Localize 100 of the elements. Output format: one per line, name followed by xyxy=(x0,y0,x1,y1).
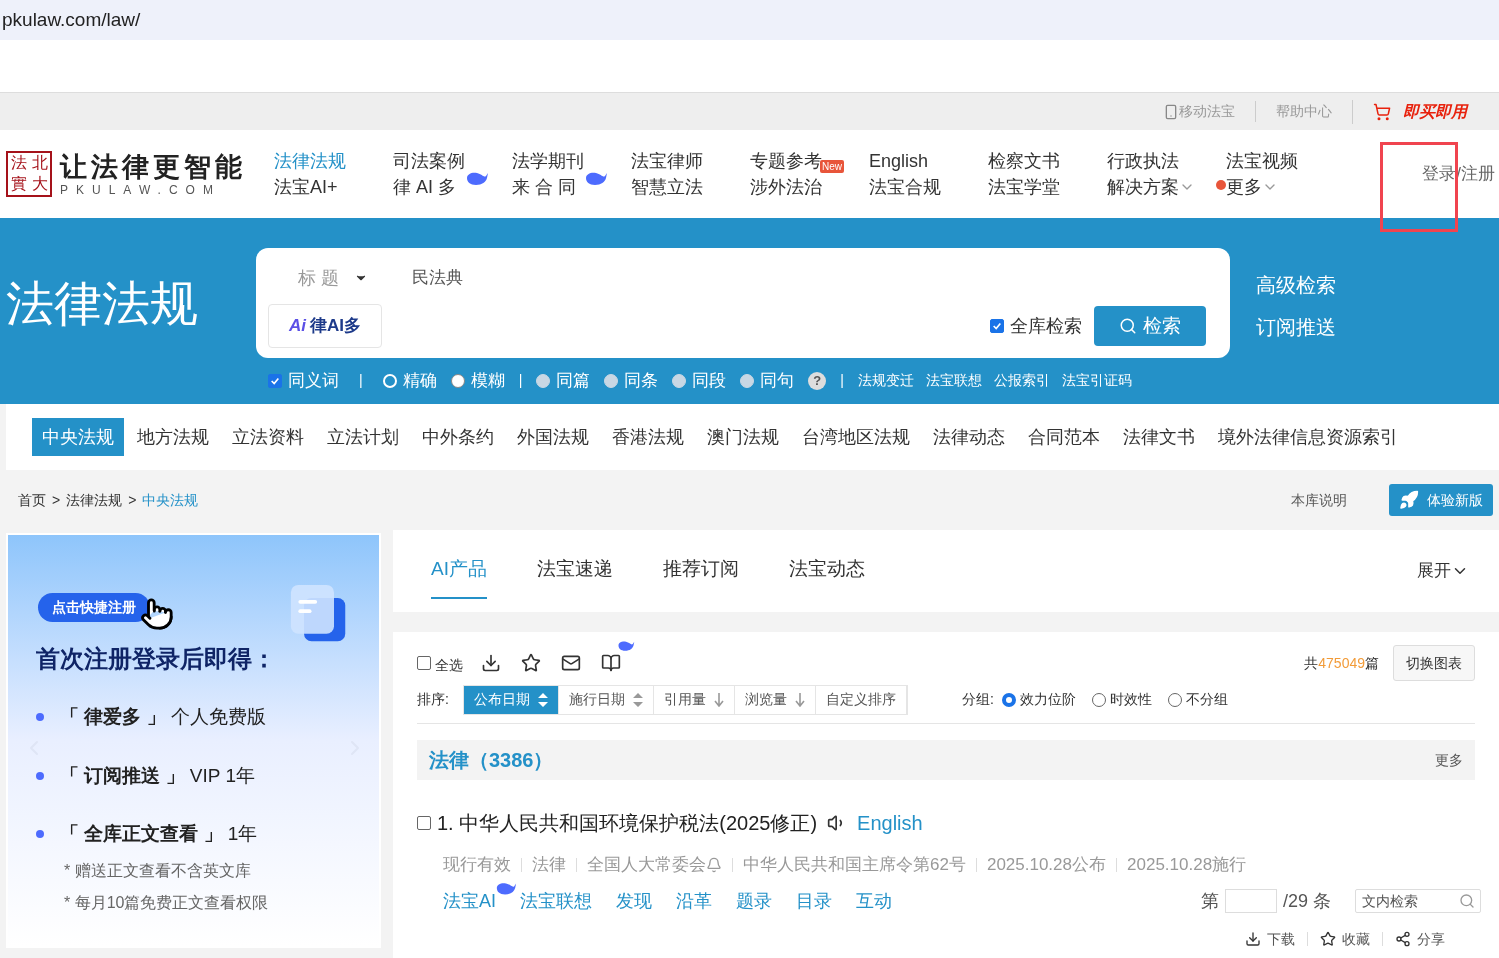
banner-link[interactable]: 高级检索 xyxy=(1256,270,1336,300)
english-link[interactable]: English xyxy=(857,808,923,838)
sort-option[interactable]: 施行日期 xyxy=(558,685,654,714)
nav-item[interactable]: 检察文书 法宝学堂 xyxy=(988,148,1107,200)
action-link[interactable]: 法宝联想 xyxy=(520,887,592,915)
sort-option[interactable]: 浏览量 xyxy=(734,685,816,714)
radio-label: 效力位阶 xyxy=(1019,690,1076,709)
panel-tab[interactable]: AI产品 xyxy=(431,543,487,599)
address-url[interactable]: pkulaw.com/law/ xyxy=(2,5,141,35)
category-tab[interactable]: 法律文书 xyxy=(1113,418,1205,456)
action-link[interactable]: 沿革 xyxy=(676,887,712,915)
sort-option[interactable]: 公布日期 xyxy=(463,685,559,714)
footer-action[interactable]: 下载 xyxy=(1267,928,1295,950)
rocket-icon xyxy=(1399,490,1419,510)
footer-action[interactable]: 收藏 xyxy=(1342,928,1370,950)
category-tab[interactable]: 澳门法规 xyxy=(697,418,789,456)
sort-option[interactable]: 自定义排序 xyxy=(815,685,907,714)
search-field[interactable]: 民法典 xyxy=(412,265,1218,291)
action-link[interactable]: 法宝AI xyxy=(443,887,496,915)
nav-item[interactable]: 法学期刊 来 合 同 xyxy=(512,148,631,200)
radio-label: 时效性 xyxy=(1109,690,1152,709)
new-version-button[interactable]: 体验新版 xyxy=(1389,484,1493,516)
search-button[interactable]: 检索 xyxy=(1094,306,1206,346)
meta-text: 现行有效 xyxy=(443,854,511,876)
breadcrumb-link[interactable]: 首页 xyxy=(18,489,46,511)
option-link[interactable]: 法宝引证码 xyxy=(1061,370,1132,392)
download-icon[interactable] xyxy=(481,653,501,673)
nav-label: 智慧立法 xyxy=(631,176,703,199)
radio-button[interactable] xyxy=(1001,692,1016,707)
option-link[interactable]: 法规变迁 xyxy=(857,370,914,392)
meta-text: 法律 xyxy=(532,854,566,876)
nav-item[interactable]: 法宝律师 智慧立法 xyxy=(631,148,750,200)
category-tab[interactable]: 香港法规 xyxy=(602,418,694,456)
law-title-link[interactable]: 1. 中华人民共和国环境保护税法(2025修正) xyxy=(437,808,818,838)
category-tab[interactable]: 法律动态 xyxy=(923,418,1015,456)
more-link[interactable]: 更多 xyxy=(1435,749,1463,771)
panel-tab[interactable]: 推荐订阅 xyxy=(662,543,739,599)
nav-label: 检察文书 xyxy=(988,150,1060,173)
action-link[interactable]: 发现 xyxy=(616,887,652,915)
page-input[interactable] xyxy=(1224,889,1277,913)
category-tab[interactable]: 立法计划 xyxy=(317,418,409,456)
category-tab[interactable]: 台湾地区法规 xyxy=(792,418,920,456)
footer-action[interactable]: 分享 xyxy=(1417,928,1445,950)
nav-label: 涉外法治 xyxy=(750,176,822,199)
benefit-text: 「 全库正文查看 」 1年 xyxy=(60,822,258,846)
panel-tab[interactable]: 法宝动态 xyxy=(788,543,865,599)
bell-icon[interactable] xyxy=(706,856,722,873)
buy-link[interactable]: 即买即用 xyxy=(1403,99,1467,124)
option-link[interactable]: 公报索引 xyxy=(993,370,1050,392)
nav-item[interactable]: 专题参考 涉外法治 New xyxy=(750,148,869,200)
switch-chart-button[interactable]: 切换图表 xyxy=(1393,645,1475,681)
star-icon[interactable] xyxy=(521,653,541,673)
nav-item[interactable]: English 法宝合规 xyxy=(869,148,988,200)
panel-tab[interactable]: 法宝速递 xyxy=(536,543,613,599)
help-icon[interactable]: ? xyxy=(808,371,827,390)
nav-label: 法律法规 xyxy=(274,150,346,173)
option-label: 同条 xyxy=(624,370,659,392)
ai-button[interactable]: Ai 律AI多 xyxy=(268,304,382,348)
search-icon xyxy=(1119,317,1137,335)
nav-item[interactable]: 司法案例 律 AI 多 xyxy=(393,148,512,200)
check-icon xyxy=(992,321,1002,331)
action-link[interactable]: 题录 xyxy=(736,887,772,915)
in-text-search-field[interactable]: 文内检索 xyxy=(1355,889,1481,913)
category-tab[interactable]: 外国法规 xyxy=(507,418,599,456)
radio-button[interactable] xyxy=(450,373,465,388)
star-icon xyxy=(1320,931,1336,947)
checkbox[interactable] xyxy=(268,373,282,388)
benefit-text: 「 订阅推送 」 VIP 1年 xyxy=(60,763,255,788)
section-title: 法律（3386） xyxy=(429,748,554,773)
option-label: 同段 xyxy=(692,370,727,392)
meta-text: 中华人民共和国主席令第62号 xyxy=(743,854,966,876)
nav-label: 更多 xyxy=(1226,176,1262,199)
breadcrumb-link[interactable]: 法律法规 xyxy=(66,489,123,511)
category-tab[interactable]: 中外条约 xyxy=(412,418,504,456)
category-tab[interactable]: 地方法规 xyxy=(127,418,219,456)
action-link[interactable]: 互动 xyxy=(856,887,892,915)
checkbox[interactable] xyxy=(417,656,431,670)
register-pill[interactable]: 点击快捷注册 xyxy=(38,592,150,622)
logo-slogan: 让法律更智能 xyxy=(60,151,246,183)
option-label: 模糊 xyxy=(470,370,505,392)
down-arrow-icon xyxy=(794,692,805,707)
option-label: 同句 xyxy=(760,370,795,392)
new-badge: New xyxy=(820,160,844,173)
checkbox[interactable] xyxy=(990,319,1004,333)
category-tab[interactable]: 立法资料 xyxy=(222,418,314,456)
nav-item[interactable]: 法律法规 法宝AI+ xyxy=(274,148,393,200)
category-tab[interactable]: 中央法规 xyxy=(32,418,124,456)
category-tab[interactable]: 合同范本 xyxy=(1018,418,1110,456)
banner-link[interactable]: 订阅推送 xyxy=(1256,312,1336,342)
expand-link[interactable]: 展开 xyxy=(1417,558,1469,584)
book-icon[interactable] xyxy=(601,653,621,673)
nav-label: 法学期刊 xyxy=(512,150,584,173)
checkbox[interactable] xyxy=(417,816,431,830)
mail-icon[interactable] xyxy=(561,653,581,673)
sort-option[interactable]: 引用量 xyxy=(653,685,735,714)
library-info-link[interactable]: 本库说明 xyxy=(1291,489,1347,511)
action-link[interactable]: 目录 xyxy=(796,887,832,915)
option-link[interactable]: 法宝联想 xyxy=(925,370,982,392)
nav-label: 法宝视频 xyxy=(1226,150,1298,173)
category-tab[interactable]: 境外法律信息资源索引 xyxy=(1208,418,1408,456)
